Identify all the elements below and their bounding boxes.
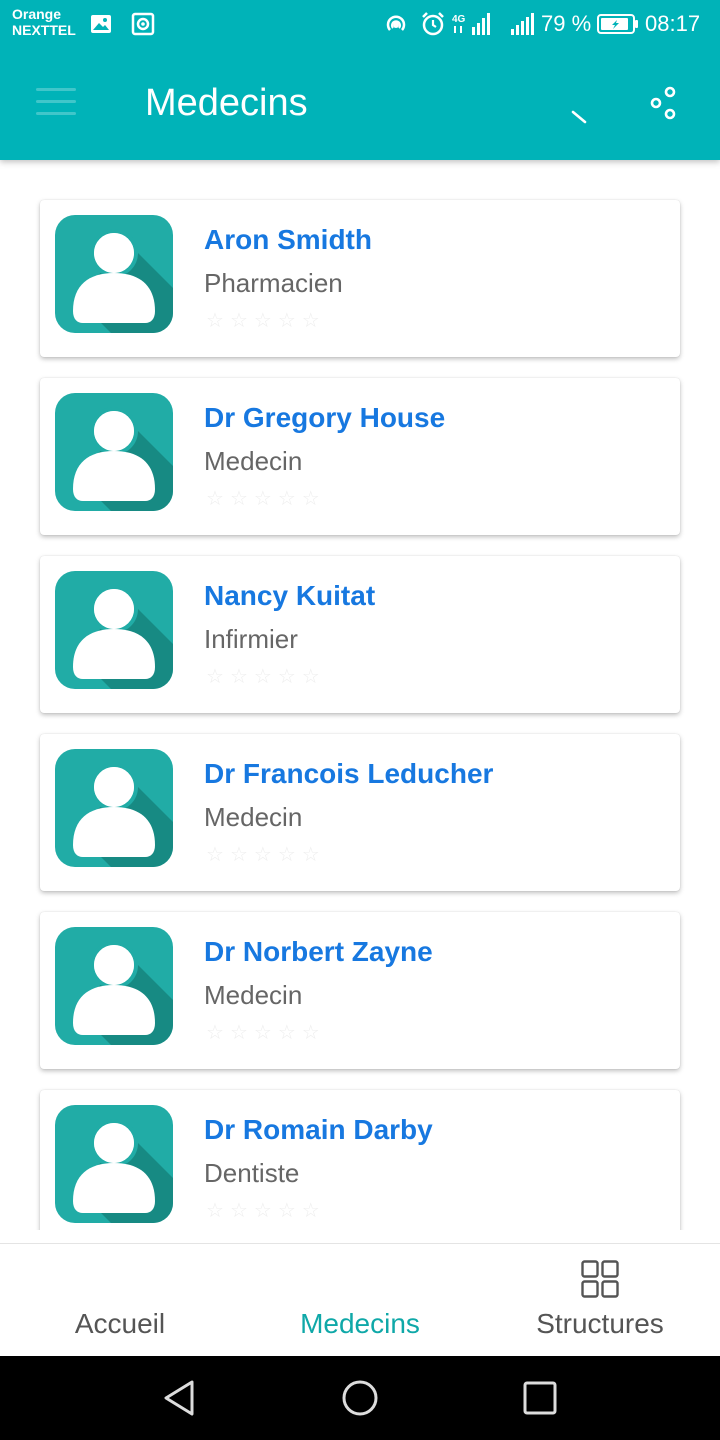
doctor-name: Aron Smidth <box>204 224 372 255</box>
nav-item-medecins[interactable]: Medecins <box>240 1244 480 1357</box>
search-icon[interactable] <box>570 108 588 126</box>
page-title: Medecins <box>145 82 308 124</box>
star-icon[interactable]: ☆ <box>254 310 272 332</box>
star-icon[interactable]: ☆ <box>206 488 224 510</box>
app-screen: Orange NEXTTEL 4G 79 % 08:17 Medecins Ar… <box>0 0 720 1440</box>
star-icon[interactable]: ☆ <box>254 666 272 688</box>
nav-item-accueil[interactable]: Accueil <box>0 1244 240 1357</box>
star-icon[interactable]: ☆ <box>302 1200 320 1222</box>
home-icon[interactable] <box>338 1376 382 1420</box>
star-icon[interactable]: ☆ <box>254 1022 272 1044</box>
back-icon[interactable] <box>158 1376 202 1420</box>
star-icon[interactable]: ☆ <box>278 666 296 688</box>
star-icon[interactable]: ☆ <box>254 488 272 510</box>
star-icon[interactable]: ☆ <box>302 310 320 332</box>
nav-label: Medecins <box>300 1308 420 1339</box>
star-icon[interactable]: ☆ <box>206 1022 224 1044</box>
doctor-card[interactable]: Aron Smidth Pharmacien ☆ ☆ ☆ ☆ ☆ <box>40 200 680 357</box>
rating-stars[interactable]: ☆ ☆ ☆ ☆ ☆ <box>206 666 320 688</box>
network-type-text: 4G <box>452 14 466 25</box>
doctor-role: Medecin <box>204 980 303 1010</box>
star-icon[interactable]: ☆ <box>302 844 320 866</box>
doctor-name: Dr Norbert Zayne <box>204 936 433 967</box>
battery-icon <box>597 10 639 38</box>
star-icon[interactable]: ☆ <box>206 310 224 332</box>
doctor-role: Medecin <box>204 446 303 476</box>
star-icon[interactable]: ☆ <box>230 844 248 866</box>
doctor-card[interactable]: Dr Gregory House Medecin ☆ ☆ ☆ ☆ ☆ <box>40 378 680 535</box>
person-icon <box>55 1105 173 1223</box>
person-icon <box>55 927 173 1045</box>
rating-stars[interactable]: ☆ ☆ ☆ ☆ ☆ <box>206 1022 320 1044</box>
star-icon[interactable]: ☆ <box>302 488 320 510</box>
carrier-name: Orange NEXTTEL <box>12 6 76 38</box>
rating-stars[interactable]: ☆ ☆ ☆ ☆ ☆ <box>206 488 320 510</box>
share-icon[interactable] <box>648 86 680 122</box>
signal-strength-icon <box>510 10 538 38</box>
star-icon[interactable]: ☆ <box>278 488 296 510</box>
star-icon[interactable]: ☆ <box>278 844 296 866</box>
star-icon[interactable]: ☆ <box>278 1200 296 1222</box>
clock-time: 08:17 <box>645 11 701 36</box>
star-icon[interactable]: ☆ <box>254 844 272 866</box>
doctor-card[interactable]: Dr Francois Leducher Medecin ☆ ☆ ☆ ☆ ☆ <box>40 734 680 891</box>
nav-item-structures[interactable]: Structures <box>480 1244 720 1357</box>
system-navigation-bar <box>0 1356 720 1440</box>
doctor-role: Dentiste <box>204 1158 300 1188</box>
doctor-card[interactable]: Dr Norbert Zayne Medecin ☆ ☆ ☆ ☆ ☆ <box>40 912 680 1069</box>
star-icon[interactable]: ☆ <box>278 1022 296 1044</box>
doctor-name: Dr Francois Leducher <box>204 758 494 789</box>
recents-icon[interactable] <box>518 1376 562 1420</box>
rating-stars[interactable]: ☆ ☆ ☆ ☆ ☆ <box>206 844 320 866</box>
nav-label: Structures <box>536 1308 664 1339</box>
carrier-line1: Orange <box>12 6 62 22</box>
star-icon[interactable]: ☆ <box>206 1200 224 1222</box>
doctor-role: Pharmacien <box>204 268 343 298</box>
doctor-name: Dr Romain Darby <box>204 1114 433 1145</box>
person-icon <box>55 571 173 689</box>
status-bar: Orange NEXTTEL 4G 79 % 08:17 <box>0 0 720 50</box>
doctor-role: Infirmier <box>204 624 298 654</box>
person-icon <box>55 393 173 511</box>
grid-icon <box>581 1260 619 1298</box>
rating-stars[interactable]: ☆ ☆ ☆ ☆ ☆ <box>206 1200 320 1222</box>
header: Orange NEXTTEL 4G 79 % 08:17 Medecins <box>0 0 720 160</box>
battery-percent: 79 % <box>541 11 592 36</box>
doctor-name: Dr Gregory House <box>204 402 446 433</box>
app-bar: Medecins <box>0 50 720 160</box>
nav-label: Accueil <box>74 1308 166 1339</box>
star-icon[interactable]: ☆ <box>278 310 296 332</box>
star-icon[interactable]: ☆ <box>206 844 224 866</box>
mobile-data-signal-icon: 4G <box>452 10 492 38</box>
person-icon <box>55 215 173 333</box>
star-icon[interactable]: ☆ <box>230 1022 248 1044</box>
doctor-name: Nancy Kuitat <box>204 580 376 611</box>
screenshot-notification-icon <box>131 10 155 38</box>
doctor-card[interactable]: Dr Romain Darby Dentiste ☆ ☆ ☆ ☆ ☆ <box>40 1090 680 1230</box>
star-icon[interactable]: ☆ <box>230 488 248 510</box>
hotspot-icon <box>383 10 409 38</box>
person-icon <box>55 749 173 867</box>
gallery-notification-icon <box>90 10 112 38</box>
star-icon[interactable]: ☆ <box>302 666 320 688</box>
carrier-line2: NEXTTEL <box>12 22 76 38</box>
rating-stars[interactable]: ☆ ☆ ☆ ☆ ☆ <box>206 310 320 332</box>
star-icon[interactable]: ☆ <box>254 1200 272 1222</box>
star-icon[interactable]: ☆ <box>230 310 248 332</box>
star-icon[interactable]: ☆ <box>206 666 224 688</box>
alarm-icon <box>420 10 446 38</box>
menu-icon[interactable] <box>36 88 76 118</box>
doctor-list[interactable]: Aron Smidth Pharmacien ☆ ☆ ☆ ☆ ☆ Dr Gregory … <box>0 160 720 1230</box>
star-icon[interactable]: ☆ <box>302 1022 320 1044</box>
star-icon[interactable]: ☆ <box>230 666 248 688</box>
doctor-role: Medecin <box>204 802 303 832</box>
bottom-navigation: Accueil Medecins Structures <box>0 1243 720 1356</box>
star-icon[interactable]: ☆ <box>230 1200 248 1222</box>
doctor-card[interactable]: Nancy Kuitat Infirmier ☆ ☆ ☆ ☆ ☆ <box>40 556 680 713</box>
